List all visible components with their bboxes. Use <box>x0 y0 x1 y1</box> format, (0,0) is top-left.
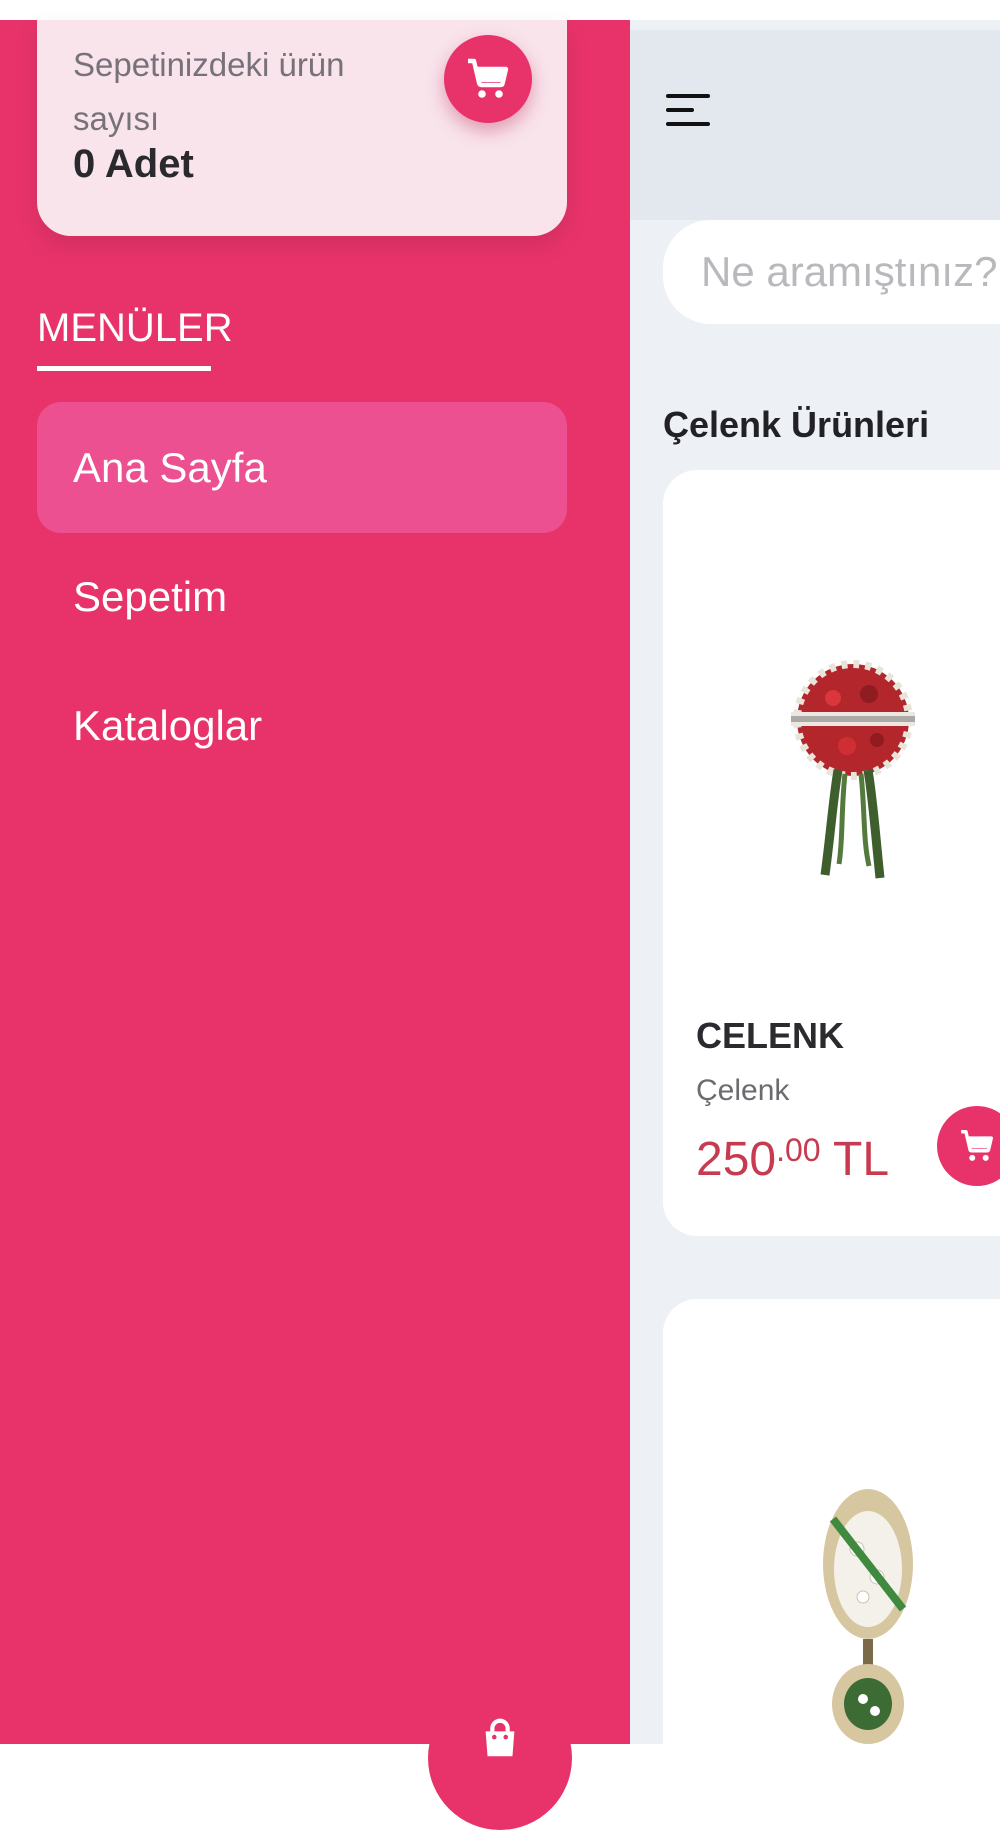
section-title: Çelenk Ürünleri <box>663 404 930 445</box>
cart-icon <box>961 1130 993 1161</box>
cart-item-count: 0 Adet <box>73 142 194 186</box>
price-currency: TL <box>833 1133 890 1186</box>
cart-button[interactable] <box>444 35 532 123</box>
product-card[interactable]: CELENK Çelenk 250.00 TL <box>663 470 1000 1236</box>
product-image-wreath[interactable] <box>813 1489 923 1744</box>
product-card[interactable] <box>663 1299 1000 1744</box>
search-input[interactable]: Ne aramıştınız? <box>663 220 1000 324</box>
product-price: 250.00 TL <box>696 1132 889 1187</box>
hamburger-menu-icon[interactable] <box>666 88 710 132</box>
cart-icon <box>468 58 509 98</box>
shopping-bag-icon <box>485 1718 515 1757</box>
navigation-drawer: Sepetinizdeki ürün sayısı 0 Adet MENÜLER… <box>0 20 630 1744</box>
cart-summary-card[interactable]: Sepetinizdeki ürün sayısı 0 Adet <box>37 20 567 236</box>
search-placeholder: Ne aramıştınız? <box>701 248 998 295</box>
add-to-cart-button[interactable] <box>937 1106 1000 1186</box>
menu-item-ana-sayfa[interactable]: Ana Sayfa <box>37 402 567 533</box>
menu-heading: MENÜLER <box>37 306 233 350</box>
app-header <box>630 30 1000 220</box>
price-whole: 250 <box>696 1133 777 1186</box>
menu-item-sepetim[interactable]: Sepetim <box>37 531 567 662</box>
menu-item-kataloglar[interactable]: Kataloglar <box>37 660 567 791</box>
main-content: Ne aramıştınız? Çelenk Ürünleri CELENK Ç… <box>630 20 1000 1744</box>
menu-heading-underline <box>37 366 211 371</box>
menu-item-label: Kataloglar <box>73 701 263 749</box>
cart-summary-label: Sepetinizdeki ürün sayısı <box>73 46 345 137</box>
menu-item-label: Ana Sayfa <box>73 443 267 491</box>
product-category: Çelenk <box>696 1074 790 1107</box>
product-name: CELENK <box>696 1015 845 1056</box>
menu-item-label: Sepetim <box>73 572 228 620</box>
status-bar-area <box>0 0 1000 20</box>
price-cents: .00 <box>776 1132 821 1168</box>
product-image-wreath[interactable] <box>783 650 923 890</box>
shopping-bag-button[interactable] <box>428 1686 572 1830</box>
